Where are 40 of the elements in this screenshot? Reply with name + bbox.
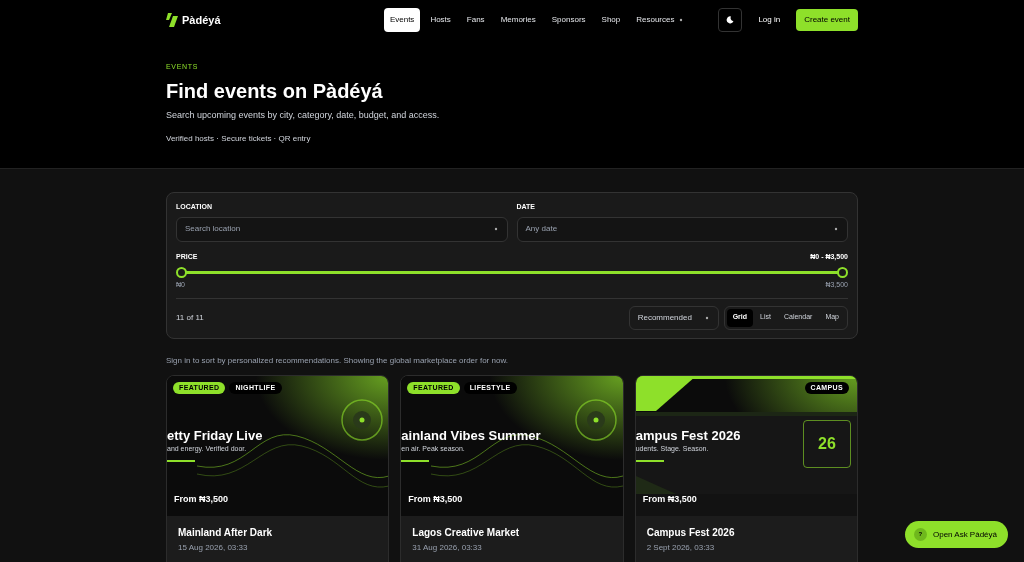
price-label: From ₦3,500 — [174, 493, 229, 506]
event-date: 31 Aug 2026, 03:33 — [412, 542, 483, 553]
moon-icon — [726, 16, 735, 24]
price-label: From ₦3,500 — [642, 493, 697, 506]
poster-title: ainland Vibes Summer — [401, 426, 541, 445]
sort-select[interactable]: Recommended — [628, 305, 719, 330]
hero-subtitle: Search upcoming events by city, category, date, budget, and access. — [166, 108, 441, 122]
event-title: Mainland After Dark — [178, 526, 274, 539]
login-link[interactable]: Log in — [758, 14, 781, 26]
poster-title: ampus Fest 2026 — [635, 426, 741, 445]
theme-toggle-button[interactable] — [718, 8, 743, 32]
notice-text: Sign in to sort by personalized recommendations. Showing the global marketplace order for now. — [166, 354, 509, 367]
brand-name: Pàdéyá — [182, 12, 221, 28]
hero-title: Find events on Pàdéyá — [166, 78, 384, 104]
select-field[interactable]: Any date — [516, 216, 848, 242]
price-label: From ₦3,500 — [408, 493, 463, 506]
trust-line: Verified hosts · Secure tickets · QR entry — [166, 133, 312, 145]
result-count: 11 of 11 — [176, 311, 204, 324]
select-field[interactable]: Search location — [176, 216, 508, 242]
logo-icon — [166, 13, 178, 27]
nav-link[interactable]: Hosts — [424, 8, 457, 32]
date-badge: 26 — [803, 419, 851, 468]
nav-link[interactable]: Resources — [630, 8, 691, 32]
event-title: Campus Fest 2026 — [646, 526, 736, 539]
event-date: 2 Sept 2026, 03:33 — [646, 542, 716, 553]
price-slider[interactable] — [176, 265, 848, 279]
caret-icon — [833, 226, 839, 232]
slider-thumb[interactable] — [176, 267, 187, 278]
nav-link[interactable]: Shop — [595, 8, 627, 32]
create-event-button[interactable]: Create event — [796, 9, 858, 31]
event-title: Lagos Creative Market — [412, 526, 521, 539]
event-date: 15 Aug 2026, 03:33 — [178, 542, 249, 553]
nav-link[interactable]: Fans — [460, 8, 491, 32]
caret-icon — [492, 226, 499, 232]
nav-link[interactable]: Events — [383, 8, 421, 32]
caret-icon — [703, 314, 710, 321]
slider-thumb[interactable] — [837, 267, 848, 278]
nav-link[interactable]: Memories — [494, 8, 542, 32]
poster-title: etty Friday Live — [167, 426, 263, 445]
nav-link[interactable]: Sponsors — [545, 8, 592, 32]
